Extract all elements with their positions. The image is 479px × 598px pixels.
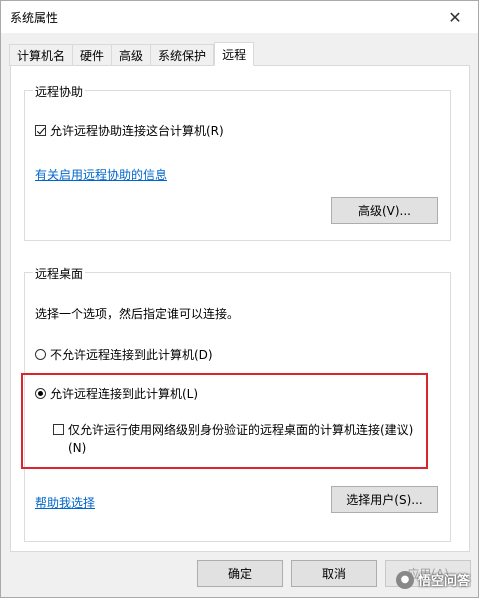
select-users-button[interactable]: 选择用户(S)... [331,486,438,513]
info-link-text: 有关启用远程协助的信息 [35,168,168,182]
tab-advanced[interactable]: 高级 [112,44,152,66]
cancel-button[interactable]: 取消 [291,560,377,587]
option-deny-radio[interactable]: 不允许远程连接到此计算机(D) [35,346,213,363]
remote-tab-panel: 远程协助 允许远程协助连接这台计算机(R) 有关启用远程协助的信息 高级(V).… [10,65,470,552]
cancel-button-label: 取消 [321,567,346,581]
remote-assistance-group: 远程协助 允许远程协助连接这台计算机(R) 有关启用远程协助的信息 高级(V).… [24,83,451,241]
tab-remote[interactable]: 远程 [214,42,255,66]
remote-desktop-instruction: 选择一个选项，然后指定谁可以连接。 [35,305,239,322]
tab-hardware[interactable]: 硬件 [73,44,113,66]
ok-button-label: 确定 [227,567,252,581]
allow-remote-assistance-label: 允许远程协助连接这台计算机(R) [50,124,224,138]
instruction-text: 选择一个选项，然后指定谁可以连接。 [35,307,240,321]
checkbox-checked-icon[interactable] [35,125,46,136]
tab-system-protection[interactable]: 系统保护 [151,44,215,66]
tab-label: 远程 [222,47,247,62]
tab-computer-name[interactable]: 计算机名 [9,44,74,66]
help-me-choose-link[interactable]: 帮助我选择 [35,494,95,511]
ok-button[interactable]: 确定 [197,560,283,587]
tab-label: 系统保护 [158,49,207,63]
title-bar[interactable]: 系统属性 ✕ [1,1,478,33]
allow-remote-assistance-checkbox[interactable]: 允许远程协助连接这台计算机(R) [35,122,224,139]
remote-assistance-group-label: 远程协助 [33,83,86,100]
advanced-button-label: 高级(V)... [357,204,412,218]
help-link-text: 帮助我选择 [35,496,96,510]
radio-unselected-icon[interactable] [35,349,46,360]
system-properties-window: 系统属性 ✕ 计算机名 硬件 高级 系统保护 远程 远程协助 允许远程协助连接这… [0,0,479,598]
tab-label: 计算机名 [17,49,66,63]
tab-strip: 计算机名 硬件 高级 系统保护 远程 [9,42,255,66]
tab-label: 高级 [119,49,144,63]
option-deny-label: 不允许远程连接到此计算机(D) [50,348,213,362]
tab-label: 硬件 [80,49,105,63]
window-title: 系统属性 [10,11,59,25]
remote-desktop-group-label: 远程桌面 [33,265,86,282]
remote-assistance-info-link[interactable]: 有关启用远程协助的信息 [35,166,167,183]
red-highlight-box [21,373,428,469]
advanced-button[interactable]: 高级(V)... [331,197,438,224]
select-users-button-label: 选择用户(S)... [346,493,423,507]
watermark: ● 悟空问答 [395,570,470,589]
close-icon[interactable]: ✕ [432,1,478,33]
watermark-logo-icon: ● [395,570,414,589]
watermark-text: 悟空问答 [417,574,470,589]
